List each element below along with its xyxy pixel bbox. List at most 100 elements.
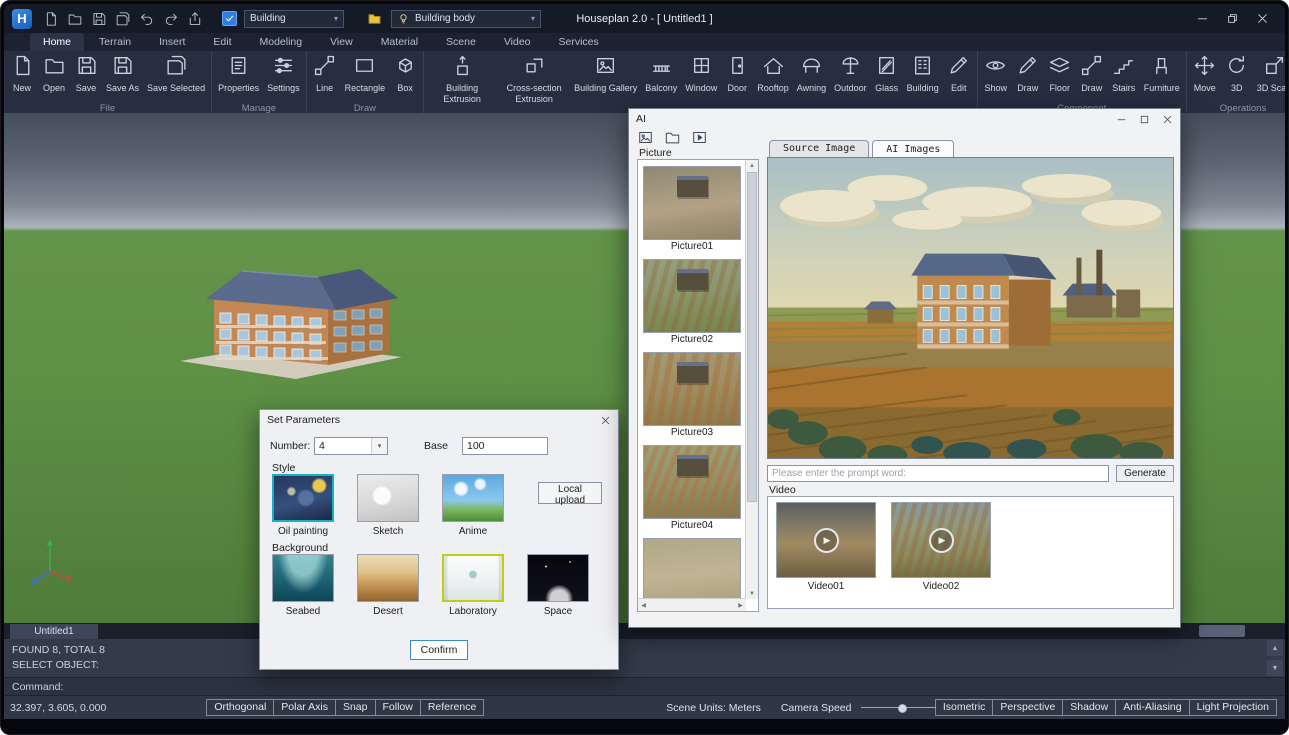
ribbon-button-door[interactable]: Door [721,53,753,95]
minimize-button[interactable] [1196,12,1209,25]
open-folder-icon[interactable] [67,11,83,27]
style-thumb-anime[interactable] [442,474,504,522]
dialog-maximize-button[interactable] [1139,114,1150,125]
undo-icon[interactable] [139,11,155,27]
ribbon-button-balcony[interactable]: Balcony [641,53,681,95]
camera-speed-slider[interactable] [861,703,935,713]
toggle-light-projection[interactable]: Light Projection [1189,699,1277,716]
number-select[interactable]: 4 ▾ [314,437,388,455]
ribbon-button-3d-scale[interactable]: 3D Scale [1253,53,1285,95]
background-thumb-desert[interactable] [357,554,419,602]
new-image-icon[interactable] [637,129,654,146]
ribbon-button-building-extrusion[interactable]: Building Extrusion [426,53,498,105]
ribbon-button-furniture[interactable]: Furniture [1140,53,1184,95]
ribbon-button-3d[interactable]: 3D [1221,53,1253,95]
ribbon-button-settings[interactable]: Settings [263,53,304,95]
scroll-right-icon[interactable]: ▶ [735,599,746,611]
picture-list-hscrollbar[interactable]: ◀ ▶ [638,598,746,611]
picture-thumb-picture03[interactable] [643,352,741,426]
ribbon-button-open[interactable]: Open [38,53,70,95]
generate-button[interactable]: Generate [1116,465,1174,482]
ribbon-button-move[interactable]: Move [1189,53,1221,95]
ribbon-button-stairs[interactable]: Stairs [1108,53,1140,95]
viewport-hscrollbar[interactable] [1199,625,1245,637]
tab-video[interactable]: Video [491,33,544,51]
toggle-snap[interactable]: Snap [335,699,376,716]
ribbon-button-rooftop[interactable]: Rooftop [753,53,793,95]
toggle-anti-aliasing[interactable]: Anti-Aliasing [1115,699,1189,716]
ribbon-button-properties[interactable]: Properties [214,53,263,95]
ribbon-button-cross-section-extrusion[interactable]: Cross-section Extrusion [498,53,570,105]
prompt-input[interactable] [767,465,1109,482]
tab-material[interactable]: Material [368,33,431,51]
building-body-select[interactable]: Building body ▾ [391,10,541,28]
ribbon-button-glass[interactable]: Glass [871,53,903,95]
style-thumb-oil-painting[interactable] [272,474,334,522]
slider-handle[interactable] [898,704,907,713]
open-file-icon[interactable] [664,129,681,146]
ribbon-button-draw[interactable]: Draw [1012,53,1044,95]
tab-home[interactable]: Home [30,33,84,51]
layer-select[interactable]: Building ▾ [244,10,344,28]
picture-list-vscrollbar[interactable]: ▲ ▼ [745,160,758,599]
toggle-polar-axis[interactable]: Polar Axis [273,699,336,716]
toggle-orthogonal[interactable]: Orthogonal [206,699,274,716]
command-input-row[interactable]: Command: [4,677,1285,695]
ribbon-button-building-gallery[interactable]: Building Gallery [570,53,641,95]
scroll-left-icon[interactable]: ◀ [638,599,649,611]
style-thumb-sketch[interactable] [357,474,419,522]
ribbon-button-outdoor[interactable]: Outdoor [830,53,871,95]
ribbon-button-window[interactable]: Window [681,53,721,95]
ribbon-button-building[interactable]: Building [903,53,943,95]
toggle-shadow[interactable]: Shadow [1062,699,1116,716]
ribbon-button-save-selected[interactable]: Save Selected [143,53,209,95]
ribbon-button-save-as[interactable]: Save As [102,53,143,95]
scrollbar-thumb[interactable] [747,172,757,502]
video-thumb-video02[interactable]: ▶ [891,502,991,578]
picture-thumb-picture05[interactable] [643,538,741,599]
save-icon[interactable] [91,11,107,27]
tab-terrain[interactable]: Terrain [86,33,144,51]
toggle-isometric[interactable]: Isometric [935,699,994,716]
maximize-button[interactable] [1226,12,1239,25]
ribbon-button-line[interactable]: Line [309,53,341,95]
document-tab[interactable]: Untitled1 [10,624,98,639]
save-all-icon[interactable] [115,11,131,27]
ribbon-button-awning[interactable]: Awning [793,53,830,95]
scroll-up-icon[interactable]: ▲ [746,160,758,171]
ribbon-button-rectangle[interactable]: Rectangle [341,53,390,95]
scroll-down-icon[interactable]: ▼ [746,588,758,599]
toggle-reference[interactable]: Reference [420,699,484,716]
close-button[interactable] [1256,12,1269,25]
ribbon-button-new[interactable]: New [6,53,38,95]
toggle-perspective[interactable]: Perspective [992,699,1063,716]
export-video-icon[interactable] [691,129,708,146]
share-icon[interactable] [187,11,203,27]
tab-services[interactable]: Services [546,33,612,51]
command-history-scrollbar[interactable]: ▲ ▼ [1266,640,1283,676]
scroll-up-icon[interactable]: ▲ [1267,640,1283,656]
tab-modeling[interactable]: Modeling [246,33,315,51]
toggle-follow[interactable]: Follow [375,699,421,716]
tab-scene[interactable]: Scene [433,33,489,51]
ai-tab-ai-images[interactable]: AI Images [872,140,954,158]
tab-view[interactable]: View [317,33,366,51]
picture-thumb-picture01[interactable] [643,166,741,240]
tab-insert[interactable]: Insert [146,33,198,51]
new-file-icon[interactable] [43,11,59,27]
video-thumb-video01[interactable]: ▶ [776,502,876,578]
tab-edit[interactable]: Edit [200,33,244,51]
background-thumb-laboratory[interactable] [442,554,504,602]
picture-thumb-picture02[interactable] [643,259,741,333]
confirm-button[interactable]: Confirm [410,640,468,660]
ribbon-button-show[interactable]: Show [980,53,1012,95]
background-thumb-seabed[interactable] [272,554,334,602]
dialog-close-button[interactable] [600,415,611,426]
redo-icon[interactable] [163,11,179,27]
ribbon-button-box[interactable]: Box [389,53,421,95]
ribbon-button-draw[interactable]: Draw [1076,53,1108,95]
building-model[interactable] [176,249,404,391]
scroll-down-icon[interactable]: ▼ [1267,660,1283,676]
base-input[interactable] [462,437,548,455]
picture-thumb-picture04[interactable] [643,445,741,519]
